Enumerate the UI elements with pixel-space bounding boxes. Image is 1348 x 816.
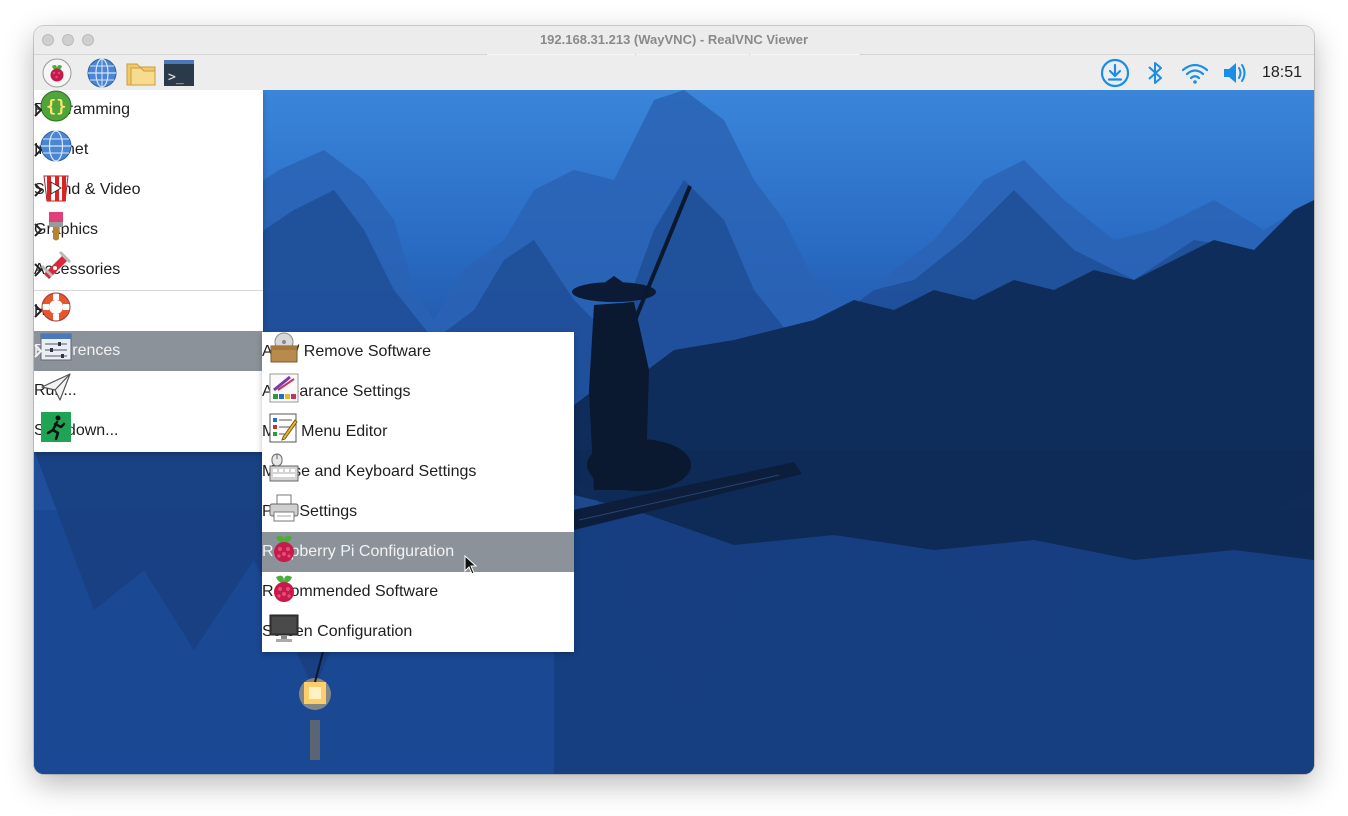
chevron-right-icon — [34, 103, 42, 117]
submenu-item-screen-configuration[interactable]: Screen Configuration — [262, 612, 574, 652]
programming-braces-icon: {} — [40, 90, 72, 122]
menu-item-help[interactable]: Help — [34, 291, 263, 331]
chevron-right-icon — [34, 143, 42, 157]
globe-icon — [40, 130, 72, 162]
bluetooth-icon[interactable] — [1140, 58, 1170, 88]
sliders-icon — [40, 333, 72, 361]
paintbrush-icon — [49, 212, 63, 241]
chevron-right-icon — [34, 183, 42, 197]
menu-editor-icon — [269, 413, 298, 443]
raspberry-icon — [274, 535, 294, 562]
window-title: 192.168.31.213 (WayVNC) - RealVNC Viewer — [539, 32, 809, 47]
running-man-icon — [41, 412, 71, 442]
submenu-item-main-menu-editor[interactable]: Main Menu Editor — [262, 412, 574, 452]
file-manager-icon[interactable] — [125, 58, 156, 88]
chevron-right-icon — [34, 223, 42, 237]
submenu-item-mouse-keyboard-settings[interactable]: Mouse and Keyboard Settings — [262, 452, 574, 492]
menu-item-sound-video[interactable]: Sound & Video — [34, 170, 263, 210]
chevron-right-icon — [34, 344, 42, 358]
menu-item-programming[interactable]: {} Programming — [34, 90, 263, 130]
submenu-item-recommended-software[interactable]: Recommended Software — [262, 572, 574, 612]
paper-plane-icon — [41, 373, 71, 401]
printer-icon — [269, 494, 299, 522]
update-download-icon[interactable] — [1100, 58, 1130, 88]
svg-text:>_: >_ — [168, 70, 184, 85]
menu-item-graphics[interactable]: Graphics — [34, 210, 263, 250]
browser-globe-icon[interactable] — [87, 58, 117, 88]
lifebuoy-icon — [41, 292, 71, 322]
terminal-icon[interactable]: >_ — [164, 58, 194, 88]
palette-icon — [269, 373, 299, 403]
menu-item-internet[interactable]: Internet — [34, 130, 263, 170]
keyboard-mouse-icon — [269, 453, 299, 482]
raspberry-menu-icon[interactable] — [42, 58, 72, 88]
taskbar: >_ 18:51 — [34, 55, 1314, 91]
preferences-submenu: Add / Remove Software Appearance Setting… — [262, 332, 574, 652]
menu-item-accessories[interactable]: Accessories — [34, 250, 263, 290]
menu-item-preferences[interactable]: Preferences — [34, 331, 263, 371]
popcorn-icon — [43, 175, 69, 202]
chevron-right-icon — [34, 304, 42, 318]
submenu-item-print-settings[interactable]: Print Settings — [262, 492, 574, 532]
desktop-wallpaper[interactable]: {} Programming Internet — [34, 90, 1314, 774]
raspberry-icon — [274, 575, 294, 602]
wifi-icon[interactable] — [1180, 58, 1210, 88]
software-box-icon — [270, 332, 298, 363]
submenu-item-add-remove-software[interactable]: Add / Remove Software — [262, 332, 574, 372]
clock[interactable]: 18:51 — [1262, 64, 1302, 82]
chevron-right-icon — [34, 263, 42, 277]
menu-item-run[interactable]: Run... — [34, 371, 263, 411]
pocket-knife-icon — [40, 250, 72, 279]
volume-icon[interactable] — [1220, 58, 1250, 88]
main-menu: {} Programming Internet — [34, 90, 263, 452]
submenu-item-appearance-settings[interactable]: Appearance Settings — [262, 372, 574, 412]
monitor-icon — [269, 614, 299, 642]
window-titlebar[interactable]: 192.168.31.213 (WayVNC) - RealVNC Viewer — [34, 26, 1314, 55]
submenu-item-raspberry-pi-configuration[interactable]: Raspberry Pi Configuration — [262, 532, 574, 575]
menu-item-shutdown[interactable]: Shutdown... — [34, 411, 263, 451]
svg-text:{}: {} — [46, 97, 66, 117]
vnc-viewer-window: 192.168.31.213 (WayVNC) - RealVNC Viewer — [34, 26, 1314, 774]
